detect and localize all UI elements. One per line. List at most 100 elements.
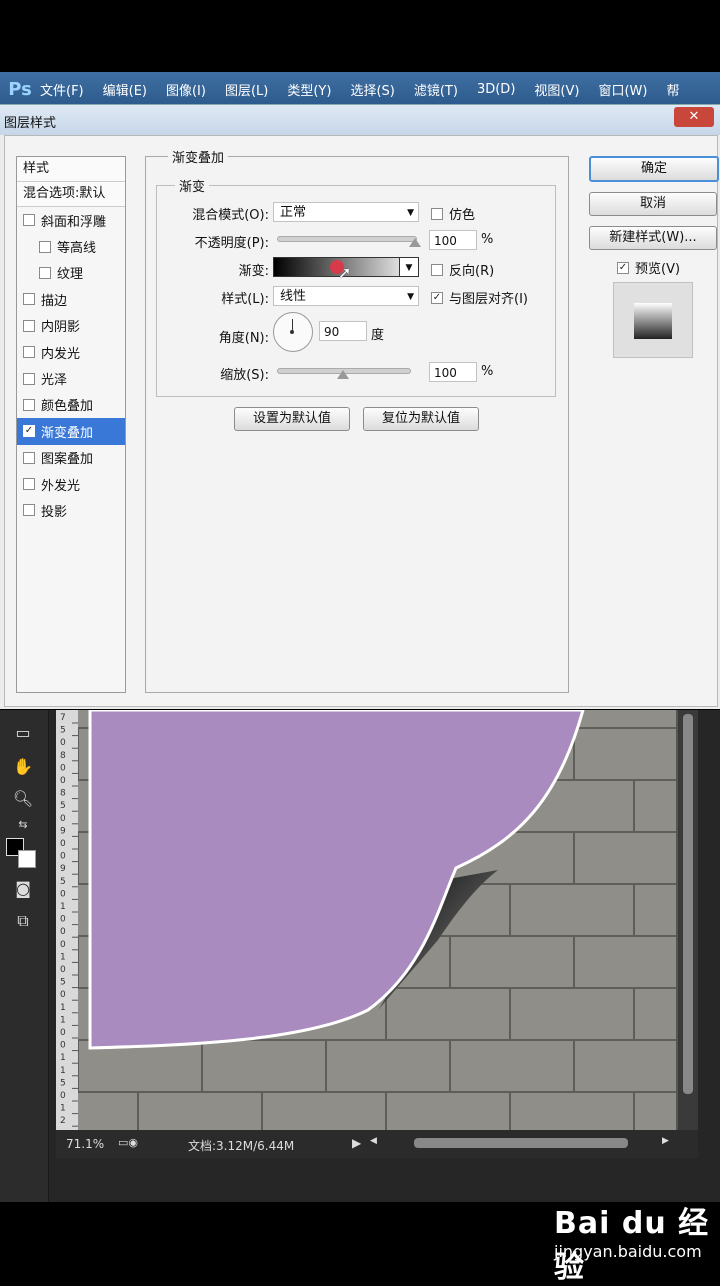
ruler-tick-label: 5 — [60, 726, 66, 736]
canvas[interactable] — [78, 710, 676, 1130]
style-item-label: 外发光 — [41, 478, 81, 494]
menu-view[interactable]: 视图(V) — [534, 80, 579, 99]
checkbox-box[interactable] — [23, 346, 35, 359]
menu-select[interactable]: 选择(S) — [350, 80, 394, 99]
checkbox-box[interactable] — [23, 214, 35, 227]
style-item[interactable]: 投影 — [17, 497, 125, 523]
rectangle-tool-icon[interactable]: ▭ — [10, 722, 36, 744]
cancel-button[interactable]: 取消 — [589, 192, 717, 216]
chevron-down-icon: ▼ — [407, 292, 414, 302]
checkbox-box[interactable] — [23, 319, 35, 332]
checkbox-box[interactable] — [431, 207, 443, 220]
checkbox-box[interactable] — [23, 504, 35, 517]
ruler-tick-label: 0 — [60, 1028, 66, 1038]
scrollbar-thumb[interactable] — [683, 714, 693, 1094]
style-item-label: 图案叠加 — [41, 452, 94, 468]
opacity-slider[interactable] — [277, 236, 417, 242]
style-item-label: 描边 — [41, 293, 68, 309]
scroll-left-icon[interactable]: ◀ — [370, 1136, 377, 1146]
styles-header[interactable]: 样式 — [17, 157, 125, 182]
ruler-tick-label: 0 — [60, 839, 66, 849]
reverse-checkbox[interactable]: 反向(R) — [431, 260, 494, 279]
style-item-label: 光泽 — [41, 373, 68, 389]
style-item[interactable]: 外发光 — [17, 471, 125, 497]
menu-layer[interactable]: 图层(L) — [225, 80, 268, 99]
quick-mask-icon[interactable]: ◙ — [10, 878, 36, 900]
style-item-label: 投影 — [41, 504, 68, 520]
style-item[interactable]: 斜面和浮雕 — [17, 207, 125, 233]
gradient-label: 渐变: — [238, 264, 269, 279]
scroll-right-icon[interactable]: ▶ — [662, 1136, 669, 1146]
checkbox-box[interactable] — [23, 478, 35, 491]
reverse-label: 反向(R) — [449, 264, 495, 279]
screen-mode-icon[interactable]: ⧉ — [10, 910, 36, 932]
background-color-swatch[interactable] — [18, 850, 36, 868]
opacity-percent: % — [481, 232, 494, 247]
set-default-button[interactable]: 设置为默认值 — [234, 407, 350, 431]
style-item[interactable]: 描边 — [17, 286, 125, 312]
angle-input[interactable]: 90 — [319, 321, 367, 341]
menu-filter[interactable]: 滤镜(T) — [414, 80, 458, 99]
angle-label: 角度(N): — [218, 331, 269, 346]
canvas-artwork — [78, 710, 676, 1130]
style-item[interactable]: 内发光 — [17, 339, 125, 365]
gradient-picker[interactable]: ▼ ➚ — [273, 257, 419, 282]
scale-slider-thumb[interactable] — [337, 370, 349, 379]
menu-type[interactable]: 类型(Y) — [287, 80, 331, 99]
reset-default-button[interactable]: 复位为默认值 — [363, 407, 479, 431]
ruler-tick-label: 1 — [60, 902, 66, 912]
scale-input[interactable]: 100 — [429, 362, 477, 382]
blend-options-default[interactable]: 混合选项:默认 — [17, 182, 125, 207]
ok-button[interactable]: 确定 — [589, 156, 719, 182]
mouse-cursor-icon: ➚ — [338, 263, 352, 282]
ruler-tick-label: 1 — [60, 1053, 66, 1063]
checkbox-box[interactable] — [39, 240, 51, 253]
swap-colors-icon[interactable]: ⇆ — [10, 814, 36, 836]
opacity-slider-thumb[interactable] — [409, 238, 421, 247]
style-item[interactable]: 图案叠加 — [17, 445, 125, 471]
menu-3d[interactable]: 3D(D) — [477, 82, 515, 97]
checkbox-box[interactable] — [23, 372, 35, 385]
status-menu-arrow-icon[interactable]: ▶ — [352, 1136, 361, 1150]
style-item[interactable]: 内阴影 — [17, 313, 125, 339]
hand-tool-icon[interactable]: ✋ — [10, 756, 36, 778]
dither-label: 仿色 — [449, 208, 476, 223]
style-item[interactable]: 光泽 — [17, 365, 125, 391]
checkbox-box[interactable] — [431, 263, 443, 276]
style-item[interactable]: 等高线 — [17, 233, 125, 259]
style-item[interactable]: ✓ 渐变叠加 — [17, 418, 125, 445]
checkbox-box[interactable] — [23, 451, 35, 464]
menu-image[interactable]: 图像(I) — [166, 80, 206, 99]
ruler-tick-label: 1 — [60, 1003, 66, 1013]
chevron-down-icon[interactable]: ▼ — [399, 257, 419, 277]
close-button[interactable]: ✕ — [674, 107, 714, 127]
menu-window[interactable]: 窗口(W) — [598, 80, 647, 99]
style-item[interactable]: 颜色叠加 — [17, 392, 125, 418]
checkbox-box[interactable] — [23, 398, 35, 411]
style-item-label: 纹理 — [57, 267, 84, 283]
preview-checkbox[interactable]: ✓ 预览(V) — [617, 258, 680, 277]
ruler-tick-label: 0 — [60, 852, 66, 862]
checkbox-box[interactable]: ✓ — [617, 261, 629, 274]
document-size: 文档:3.12M/6.44M — [188, 1139, 295, 1153]
new-style-button[interactable]: 新建样式(W)... — [589, 226, 717, 250]
checkbox-box[interactable]: ✓ — [431, 291, 443, 304]
menu-edit[interactable]: 编辑(E) — [103, 80, 147, 99]
status-icon: ▭◉ — [118, 1136, 138, 1149]
checkbox-box[interactable]: ✓ — [23, 425, 35, 438]
style-item[interactable]: 纹理 — [17, 260, 125, 286]
horizontal-scrollbar-thumb[interactable] — [414, 1138, 628, 1148]
zoom-level[interactable]: 71.1% — [66, 1137, 104, 1151]
checkbox-box[interactable] — [23, 293, 35, 306]
vertical-scrollbar[interactable] — [678, 710, 698, 1130]
opacity-input[interactable]: 100 — [429, 230, 477, 250]
blend-mode-select[interactable]: 正常 ▼ — [273, 202, 419, 222]
style-select[interactable]: 线性 ▼ — [273, 286, 419, 306]
menu-file[interactable]: 文件(F) — [40, 80, 84, 99]
dither-checkbox[interactable]: 仿色 — [431, 204, 475, 223]
align-with-layer-checkbox[interactable]: ✓ 与图层对齐(I) — [431, 288, 528, 307]
zoom-tool-icon[interactable]: 🔍︎ — [10, 788, 36, 810]
menu-help[interactable]: 帮 — [666, 80, 679, 99]
checkbox-box[interactable] — [39, 266, 51, 279]
angle-dial[interactable] — [273, 312, 313, 352]
